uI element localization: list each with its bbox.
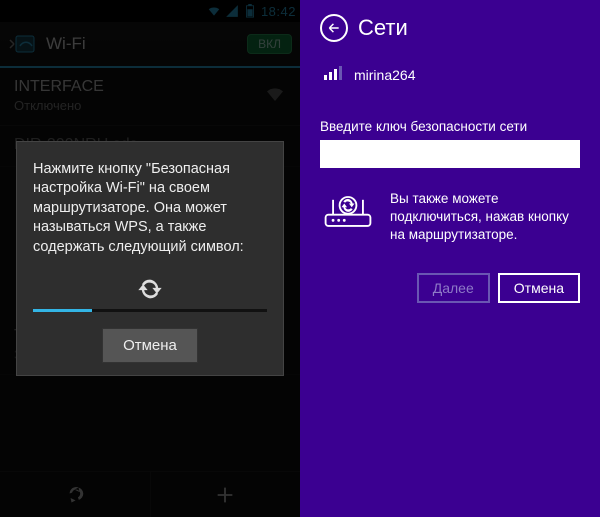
progress-bar — [33, 309, 267, 312]
back-button[interactable] — [320, 14, 348, 42]
page-title: Сети — [358, 15, 408, 41]
wps-hint: Вы также можете подключиться, нажав кноп… — [320, 190, 580, 245]
windows-panel: Сети mirina264 Введите ключ безопасности… — [300, 0, 600, 517]
next-button[interactable]: Далее — [417, 273, 490, 303]
button-row: Далее Отмена — [320, 273, 580, 303]
wps-icon — [33, 275, 267, 303]
cancel-button[interactable]: Отмена — [102, 328, 198, 363]
signal-icon — [324, 64, 344, 85]
wps-dialog: Нажмите кнопку "Безопасная настройка Wi-… — [16, 141, 284, 377]
router-icon — [320, 190, 376, 245]
dialog-overlay: Нажмите кнопку "Безопасная настройка Wi-… — [0, 0, 300, 517]
network-row: mirina264 — [324, 64, 580, 85]
android-screen: 18:42 Wi-Fi ВКЛ INTERFACE Отключено DIR-… — [0, 0, 300, 517]
security-key-input[interactable] — [320, 140, 580, 168]
dialog-message: Нажмите кнопку "Безопасная настройка Wi-… — [33, 160, 267, 258]
wps-text: Вы также можете подключиться, нажав кноп… — [390, 190, 580, 245]
cancel-button[interactable]: Отмена — [498, 273, 580, 303]
header: Сети — [320, 14, 580, 42]
input-label: Введите ключ безопасности сети — [320, 119, 580, 134]
network-name: mirina264 — [354, 67, 415, 83]
